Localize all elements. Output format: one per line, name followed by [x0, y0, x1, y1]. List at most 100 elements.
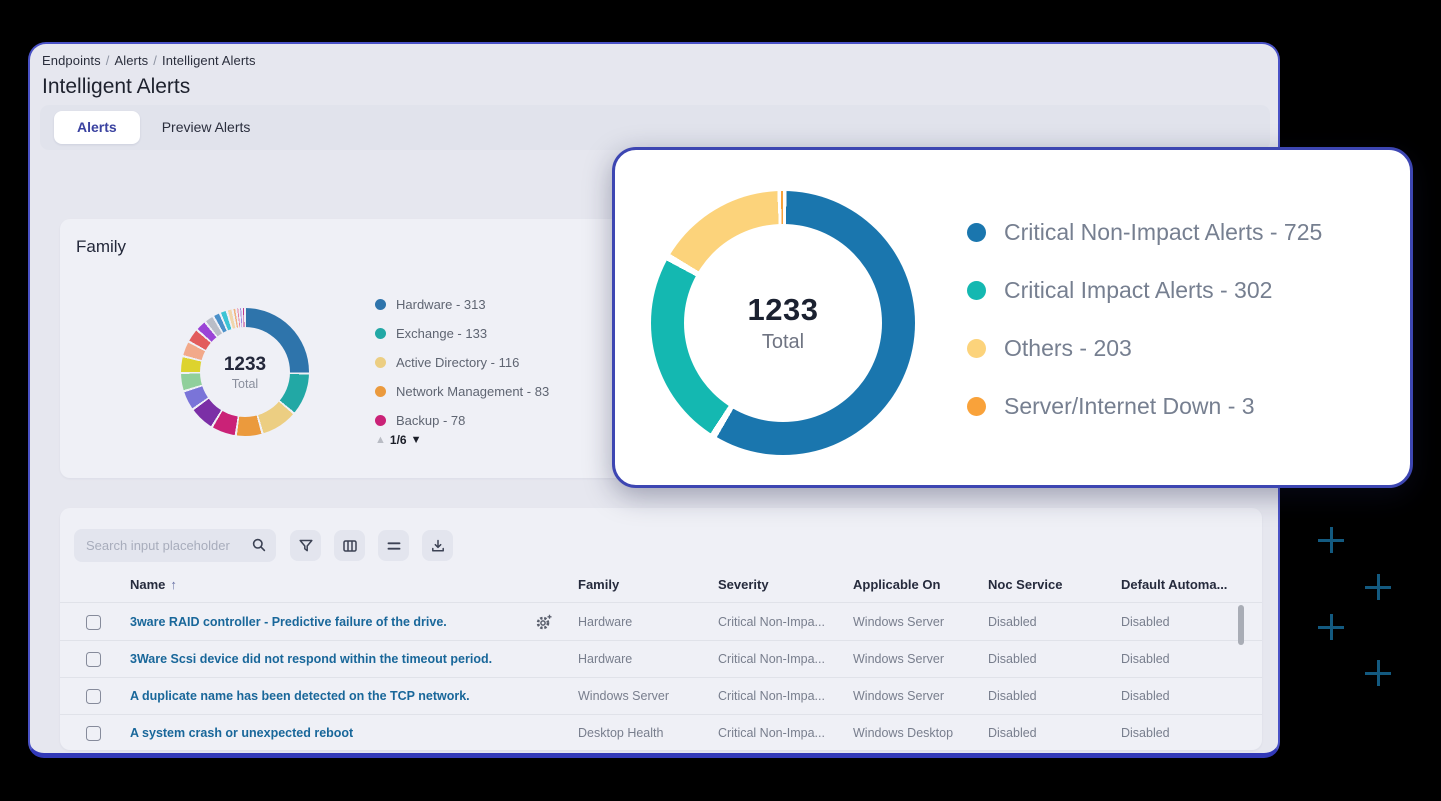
row-checkbox[interactable] [86, 689, 101, 704]
cell-severity: Critical Non-Impa... [700, 615, 835, 629]
table-scrollbar[interactable] [1238, 605, 1244, 645]
table-row[interactable]: 3Ware Scsi device did not respond within… [60, 641, 1262, 678]
plus-decoration-icon [1318, 614, 1344, 640]
legend-label: Critical Non-Impact Alerts - 725 [1004, 219, 1322, 246]
table-row[interactable]: A duplicate name has been detected on th… [60, 678, 1262, 715]
column-header-applicable-on[interactable]: Applicable On [835, 577, 970, 592]
legend-item[interactable]: Hardware - 313 [375, 294, 549, 314]
row-checkbox[interactable] [86, 652, 101, 667]
legend-label: Exchange - 133 [396, 326, 487, 341]
column-header-family[interactable]: Family [560, 577, 700, 592]
family-donut-center: 1233 Total [200, 327, 290, 417]
legend-item[interactable]: Backup - 78 [375, 410, 549, 430]
legend-item[interactable]: Server/Internet Down - 3 [967, 384, 1322, 428]
cell-applicable-on: Windows Desktop [835, 726, 970, 740]
legend-dot [375, 357, 386, 368]
filter-icon [298, 538, 314, 554]
tab-alerts[interactable]: Alerts [54, 111, 140, 144]
column-header-default-automation[interactable]: Default Automa... [1103, 577, 1262, 592]
row-checkbox[interactable] [86, 726, 101, 741]
legend-dot [967, 281, 986, 300]
legend-dot [967, 339, 986, 358]
search-box [74, 529, 276, 562]
cell-noc-service: Disabled [970, 615, 1103, 629]
cell-default-automation: Disabled [1103, 652, 1262, 666]
column-header-severity[interactable]: Severity [700, 577, 835, 592]
column-header-noc-service[interactable]: Noc Service [970, 577, 1103, 592]
alert-name-link[interactable]: 3Ware Scsi device did not respond within… [130, 652, 492, 666]
legend-label: Others - 203 [1004, 335, 1132, 362]
legend-label: Server/Internet Down - 3 [1004, 393, 1255, 420]
legend-label: Active Directory - 116 [396, 355, 519, 370]
legend-item[interactable]: Exchange - 133 [375, 323, 549, 343]
page-title: Intelligent Alerts [42, 75, 190, 99]
cell-family: Hardware [560, 652, 700, 666]
sort-asc-icon[interactable]: ↑ [170, 577, 177, 592]
row-density-button[interactable] [378, 530, 409, 561]
tab-preview-alerts[interactable]: Preview Alerts [140, 111, 273, 144]
column-header-name[interactable]: Name↑ [116, 577, 560, 592]
cell-applicable-on: Windows Server [835, 615, 970, 629]
table-row[interactable]: 3ware RAID controller - Predictive failu… [60, 604, 1262, 641]
alert-name-link[interactable]: A system crash or unexpected reboot [130, 726, 353, 740]
density-icon [386, 538, 402, 554]
breadcrumb-separator: / [153, 53, 157, 68]
cell-family: Desktop Health [560, 726, 700, 740]
columns-icon [342, 538, 358, 554]
alert-name-link[interactable]: A duplicate name has been detected on th… [130, 689, 470, 703]
cell-default-automation: Disabled [1103, 689, 1262, 703]
cell-family: Hardware [560, 615, 700, 629]
legend-item[interactable]: Critical Impact Alerts - 302 [967, 268, 1322, 312]
plus-decoration-icon [1365, 660, 1391, 686]
legend-label: Backup - 78 [396, 413, 465, 428]
filter-button[interactable] [290, 530, 321, 561]
breadcrumb-item-endpoints[interactable]: Endpoints [42, 53, 101, 68]
legend-pager: ▲ 1/6 ▼ [375, 433, 421, 447]
breadcrumb-item-intelligent-alerts[interactable]: Intelligent Alerts [162, 53, 256, 68]
alert-name-link[interactable]: 3ware RAID controller - Predictive failu… [130, 615, 447, 629]
legend-item[interactable]: Active Directory - 116 [375, 352, 549, 372]
gear-plus-icon[interactable] [534, 612, 554, 632]
cell-default-automation: Disabled [1103, 726, 1262, 740]
family-total-label: Total [232, 377, 258, 391]
severity-chart-popup: 1233 Total Critical Non-Impact Alerts - … [612, 147, 1413, 488]
download-button[interactable] [422, 530, 453, 561]
plus-decoration-icon [1365, 574, 1391, 600]
search-icon [251, 537, 267, 553]
breadcrumb-item-alerts[interactable]: Alerts [114, 53, 148, 68]
cell-noc-service: Disabled [970, 652, 1103, 666]
page-indicator: 1/6 [390, 433, 407, 447]
legend-dot [967, 223, 986, 242]
severity-total-label: Total [762, 331, 804, 354]
table-toolbar [74, 529, 466, 562]
alerts-table-card: Name↑ Family Severity Applicable On Noc … [60, 508, 1262, 750]
table-body: 3ware RAID controller - Predictive failu… [60, 604, 1262, 750]
legend-dot [375, 415, 386, 426]
cell-noc-service: Disabled [970, 726, 1103, 740]
legend-dot [967, 397, 986, 416]
legend-label: Network Management - 83 [396, 384, 549, 399]
legend-dot [375, 328, 386, 339]
tab-bar: Alerts Preview Alerts [40, 105, 1270, 150]
legend-item[interactable]: Critical Non-Impact Alerts - 725 [967, 210, 1322, 254]
legend-dot [375, 299, 386, 310]
download-icon [430, 538, 446, 554]
cell-severity: Critical Non-Impa... [700, 689, 835, 703]
family-legend: Hardware - 313 Exchange - 133 Active Dir… [375, 294, 549, 439]
cell-severity: Critical Non-Impa... [700, 726, 835, 740]
severity-total-value: 1233 [748, 292, 819, 328]
cell-family: Windows Server [560, 689, 700, 703]
page-up-icon[interactable]: ▲ [375, 434, 386, 446]
breadcrumb: Endpoints/Alerts/Intelligent Alerts [42, 53, 256, 68]
severity-legend: Critical Non-Impact Alerts - 725 Critica… [967, 210, 1322, 442]
page-down-icon[interactable]: ▼ [411, 434, 422, 446]
legend-item[interactable]: Network Management - 83 [375, 381, 549, 401]
table-row[interactable]: A system crash or unexpected reboot Desk… [60, 715, 1262, 750]
search-input[interactable] [74, 529, 276, 562]
family-card-title: Family [76, 237, 126, 257]
row-checkbox[interactable] [86, 615, 101, 630]
columns-button[interactable] [334, 530, 365, 561]
legend-label: Critical Impact Alerts - 302 [1004, 277, 1272, 304]
legend-item[interactable]: Others - 203 [967, 326, 1322, 370]
plus-decoration-icon [1318, 527, 1344, 553]
